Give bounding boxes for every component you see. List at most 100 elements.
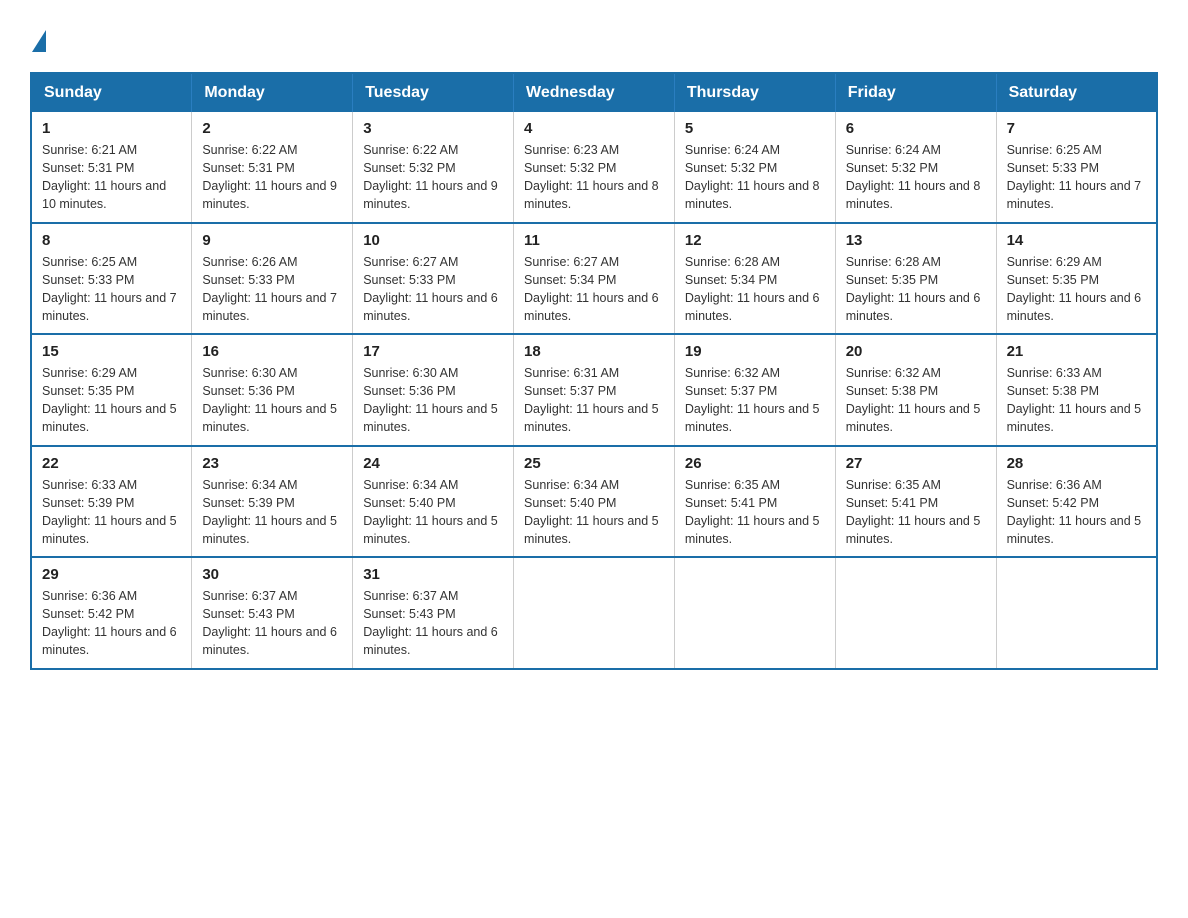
day-number: 14 — [1007, 232, 1146, 249]
day-number: 16 — [202, 343, 342, 360]
calendar-header-cell: Tuesday — [353, 73, 514, 112]
day-info: Sunrise: 6:37 AMSunset: 5:43 PMDaylight:… — [202, 587, 342, 660]
day-info: Sunrise: 6:28 AMSunset: 5:35 PMDaylight:… — [846, 253, 986, 326]
day-number: 5 — [685, 120, 825, 137]
day-info: Sunrise: 6:22 AMSunset: 5:32 PMDaylight:… — [363, 141, 503, 214]
day-info: Sunrise: 6:29 AMSunset: 5:35 PMDaylight:… — [1007, 253, 1146, 326]
day-info: Sunrise: 6:31 AMSunset: 5:37 PMDaylight:… — [524, 364, 664, 437]
day-info: Sunrise: 6:22 AMSunset: 5:31 PMDaylight:… — [202, 141, 342, 214]
day-info: Sunrise: 6:27 AMSunset: 5:34 PMDaylight:… — [524, 253, 664, 326]
calendar-day-cell: 9Sunrise: 6:26 AMSunset: 5:33 PMDaylight… — [192, 223, 353, 335]
day-number: 6 — [846, 120, 986, 137]
calendar-header-cell: Friday — [835, 73, 996, 112]
calendar-day-cell: 24 Sunrise: 6:34 AMSunset: 5:40 PMDayligh… — [353, 446, 514, 558]
calendar-day-cell: 27 Sunrise: 6:35 AMSunset: 5:41 PMDayligh… — [835, 446, 996, 558]
calendar-day-cell: 29 Sunrise: 6:36 AMSunset: 5:42 PMDayligh… — [31, 557, 192, 669]
calendar-day-cell: 19 Sunrise: 6:32 AMSunset: 5:37 PMDayligh… — [674, 334, 835, 446]
calendar-day-cell: 8Sunrise: 6:25 AMSunset: 5:33 PMDaylight… — [31, 223, 192, 335]
calendar-day-cell — [674, 557, 835, 669]
day-info: Sunrise: 6:25 AMSunset: 5:33 PMDaylight:… — [1007, 141, 1146, 214]
calendar-day-cell — [996, 557, 1157, 669]
day-number: 26 — [685, 455, 825, 472]
calendar-day-cell: 28 Sunrise: 6:36 AMSunset: 5:42 PMDayligh… — [996, 446, 1157, 558]
calendar-header-cell: Monday — [192, 73, 353, 112]
calendar-day-cell: 1Sunrise: 6:21 AMSunset: 5:31 PMDaylight… — [31, 112, 192, 223]
day-info: Sunrise: 6:32 AMSunset: 5:37 PMDaylight:… — [685, 364, 825, 437]
calendar-day-cell: 3Sunrise: 6:22 AMSunset: 5:32 PMDaylight… — [353, 112, 514, 223]
calendar-day-cell: 10 Sunrise: 6:27 AMSunset: 5:33 PMDayligh… — [353, 223, 514, 335]
calendar-header-cell: Wednesday — [514, 73, 675, 112]
day-info: Sunrise: 6:30 AMSunset: 5:36 PMDaylight:… — [202, 364, 342, 437]
day-info: Sunrise: 6:30 AMSunset: 5:36 PMDaylight:… — [363, 364, 503, 437]
day-info: Sunrise: 6:32 AMSunset: 5:38 PMDaylight:… — [846, 364, 986, 437]
day-number: 18 — [524, 343, 664, 360]
calendar-header-cell: Saturday — [996, 73, 1157, 112]
logo — [30, 30, 48, 52]
calendar-header-cell: Sunday — [31, 73, 192, 112]
page-header — [30, 30, 1158, 52]
day-number: 28 — [1007, 455, 1146, 472]
day-number: 30 — [202, 566, 342, 583]
day-number: 22 — [42, 455, 181, 472]
calendar-day-cell: 16 Sunrise: 6:30 AMSunset: 5:36 PMDayligh… — [192, 334, 353, 446]
calendar-day-cell: 21Sunrise: 6:33 AMSunset: 5:38 PMDayligh… — [996, 334, 1157, 446]
day-number: 29 — [42, 566, 181, 583]
day-number: 17 — [363, 343, 503, 360]
day-number: 27 — [846, 455, 986, 472]
calendar-day-cell: 5 Sunrise: 6:24 AMSunset: 5:32 PMDaylight… — [674, 112, 835, 223]
day-number: 11 — [524, 232, 664, 249]
day-number: 24 — [363, 455, 503, 472]
calendar-day-cell: 2 Sunrise: 6:22 AMSunset: 5:31 PMDaylight… — [192, 112, 353, 223]
calendar-day-cell — [514, 557, 675, 669]
day-info: Sunrise: 6:33 AMSunset: 5:39 PMDaylight:… — [42, 476, 181, 549]
day-number: 7 — [1007, 120, 1146, 137]
day-info: Sunrise: 6:29 AMSunset: 5:35 PMDaylight:… — [42, 364, 181, 437]
calendar-week-row: 22 Sunrise: 6:33 AMSunset: 5:39 PMDayligh… — [31, 446, 1157, 558]
calendar-day-cell: 12 Sunrise: 6:28 AMSunset: 5:34 PMDayligh… — [674, 223, 835, 335]
day-info: Sunrise: 6:27 AMSunset: 5:33 PMDaylight:… — [363, 253, 503, 326]
day-info: Sunrise: 6:36 AMSunset: 5:42 PMDaylight:… — [1007, 476, 1146, 549]
day-number: 15 — [42, 343, 181, 360]
day-info: Sunrise: 6:24 AMSunset: 5:32 PMDaylight:… — [685, 141, 825, 214]
calendar-week-row: 1Sunrise: 6:21 AMSunset: 5:31 PMDaylight… — [31, 112, 1157, 223]
day-info: Sunrise: 6:36 AMSunset: 5:42 PMDaylight:… — [42, 587, 181, 660]
day-info: Sunrise: 6:35 AMSunset: 5:41 PMDaylight:… — [685, 476, 825, 549]
calendar-day-cell: 17 Sunrise: 6:30 AMSunset: 5:36 PMDayligh… — [353, 334, 514, 446]
calendar-day-cell: 20 Sunrise: 6:32 AMSunset: 5:38 PMDayligh… — [835, 334, 996, 446]
day-number: 12 — [685, 232, 825, 249]
day-number: 19 — [685, 343, 825, 360]
calendar-week-row: 15 Sunrise: 6:29 AMSunset: 5:35 PMDayligh… — [31, 334, 1157, 446]
day-info: Sunrise: 6:34 AMSunset: 5:39 PMDaylight:… — [202, 476, 342, 549]
calendar-week-row: 8Sunrise: 6:25 AMSunset: 5:33 PMDaylight… — [31, 223, 1157, 335]
day-number: 23 — [202, 455, 342, 472]
day-number: 2 — [202, 120, 342, 137]
logo-triangle-icon — [32, 30, 46, 52]
day-number: 10 — [363, 232, 503, 249]
calendar-day-cell: 25Sunrise: 6:34 AMSunset: 5:40 PMDayligh… — [514, 446, 675, 558]
day-info: Sunrise: 6:23 AMSunset: 5:32 PMDaylight:… — [524, 141, 664, 214]
calendar-day-cell — [835, 557, 996, 669]
day-info: Sunrise: 6:24 AMSunset: 5:32 PMDaylight:… — [846, 141, 986, 214]
day-info: Sunrise: 6:28 AMSunset: 5:34 PMDaylight:… — [685, 253, 825, 326]
day-info: Sunrise: 6:25 AMSunset: 5:33 PMDaylight:… — [42, 253, 181, 326]
day-number: 20 — [846, 343, 986, 360]
day-info: Sunrise: 6:33 AMSunset: 5:38 PMDaylight:… — [1007, 364, 1146, 437]
calendar-header-cell: Thursday — [674, 73, 835, 112]
calendar-day-cell: 4 Sunrise: 6:23 AMSunset: 5:32 PMDaylight… — [514, 112, 675, 223]
calendar-day-cell: 11 Sunrise: 6:27 AMSunset: 5:34 PMDayligh… — [514, 223, 675, 335]
calendar-day-cell: 7 Sunrise: 6:25 AMSunset: 5:33 PMDaylight… — [996, 112, 1157, 223]
day-number: 9 — [202, 232, 342, 249]
day-number: 4 — [524, 120, 664, 137]
day-number: 13 — [846, 232, 986, 249]
day-info: Sunrise: 6:34 AMSunset: 5:40 PMDaylight:… — [524, 476, 664, 549]
calendar-header: SundayMondayTuesdayWednesdayThursdayFrid… — [31, 73, 1157, 112]
calendar-day-cell: 30 Sunrise: 6:37 AMSunset: 5:43 PMDayligh… — [192, 557, 353, 669]
calendar-day-cell: 23 Sunrise: 6:34 AMSunset: 5:39 PMDayligh… — [192, 446, 353, 558]
calendar-week-row: 29 Sunrise: 6:36 AMSunset: 5:42 PMDayligh… — [31, 557, 1157, 669]
day-info: Sunrise: 6:34 AMSunset: 5:40 PMDaylight:… — [363, 476, 503, 549]
calendar-header-row: SundayMondayTuesdayWednesdayThursdayFrid… — [31, 73, 1157, 112]
day-info: Sunrise: 6:37 AMSunset: 5:43 PMDaylight:… — [363, 587, 503, 660]
day-info: Sunrise: 6:35 AMSunset: 5:41 PMDaylight:… — [846, 476, 986, 549]
calendar-body: 1Sunrise: 6:21 AMSunset: 5:31 PMDaylight… — [31, 112, 1157, 669]
calendar-day-cell: 13 Sunrise: 6:28 AMSunset: 5:35 PMDayligh… — [835, 223, 996, 335]
